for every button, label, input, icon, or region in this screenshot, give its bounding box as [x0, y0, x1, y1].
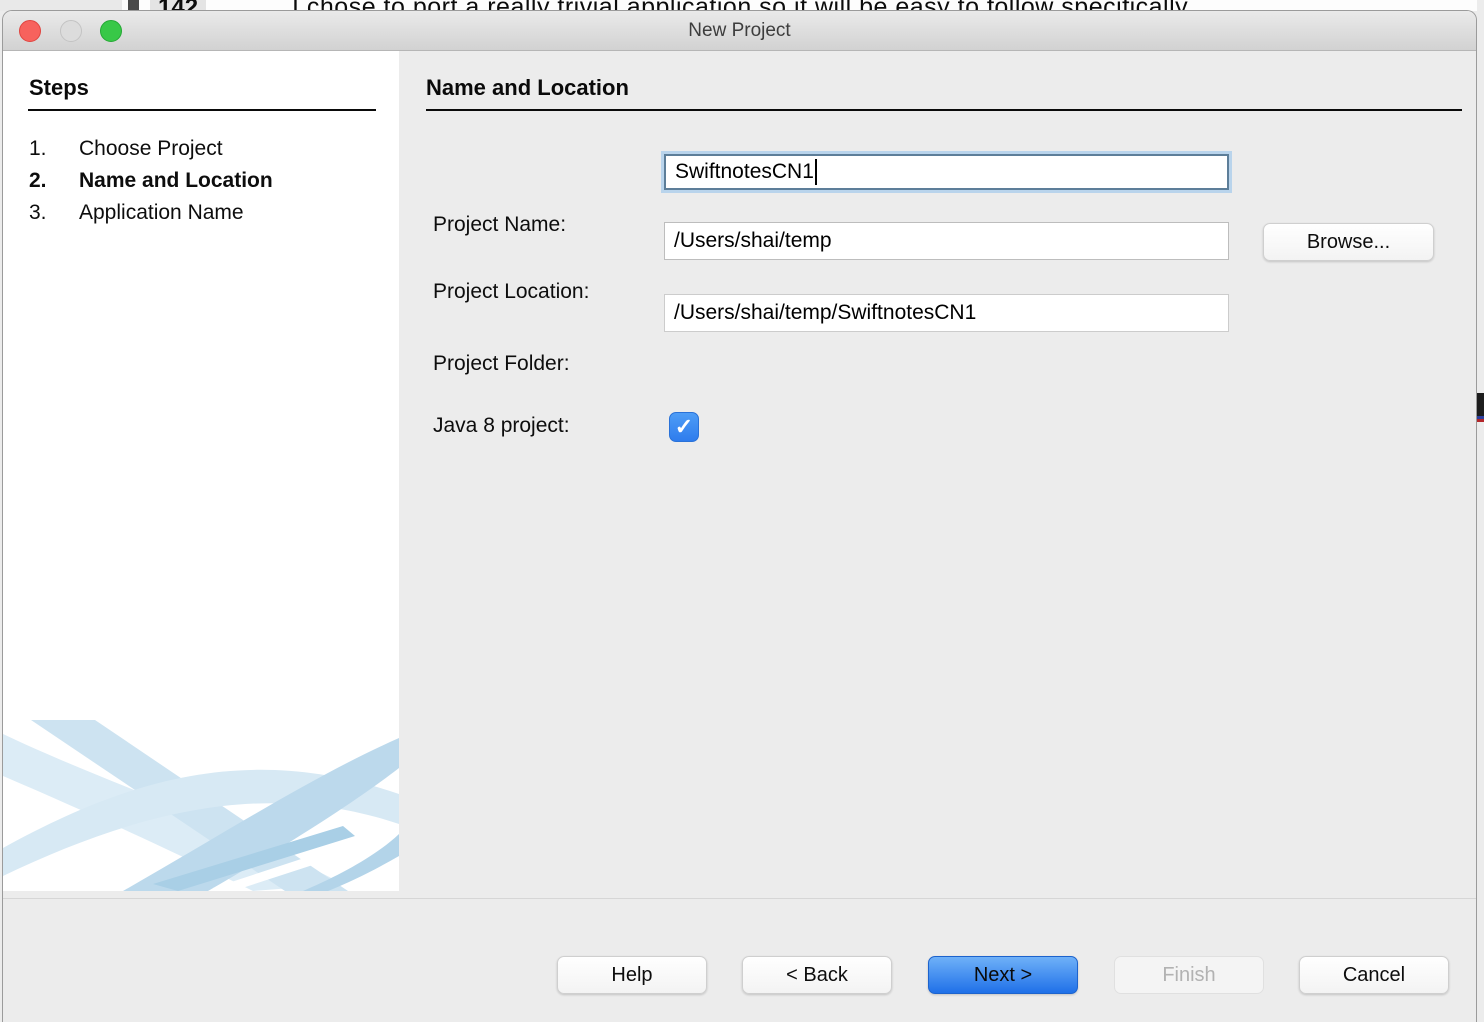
back-button[interactable]: < Back	[742, 956, 892, 994]
step-number: 1.	[29, 137, 79, 161]
step-label: Choose Project	[79, 137, 223, 161]
panel-heading-rule	[426, 109, 1462, 111]
project-location-input[interactable]: /Users/shai/temp	[664, 222, 1229, 260]
step-number: 3.	[29, 201, 79, 225]
project-name-label: Project Name:	[433, 213, 566, 237]
project-location-label: Project Location:	[433, 280, 589, 304]
background-right-strip	[1477, 0, 1484, 1022]
cancel-button[interactable]: Cancel	[1299, 956, 1449, 994]
step-application-name: 3. Application Name	[29, 197, 273, 229]
new-project-dialog: New Project Steps 1. Choose Project 2. N…	[2, 10, 1477, 1022]
step-number: 2.	[29, 169, 79, 193]
project-name-input[interactable]: SwiftnotesCN1	[664, 154, 1229, 190]
java8-checkbox[interactable]: ✓	[669, 412, 699, 442]
finish-button: Finish	[1114, 956, 1264, 994]
steps-heading-rule	[28, 109, 376, 111]
project-folder-input[interactable]: /Users/shai/temp/SwiftnotesCN1	[664, 294, 1229, 332]
checkmark-icon: ✓	[675, 414, 693, 439]
footer-separator	[3, 898, 1477, 899]
steps-list: 1. Choose Project 2. Name and Location 3…	[29, 133, 273, 229]
text-cursor	[815, 159, 817, 185]
window-title: New Project	[3, 11, 1476, 51]
background-artifact-red	[1477, 419, 1484, 422]
steps-heading: Steps	[29, 75, 89, 101]
step-label: Name and Location	[79, 169, 273, 193]
step-label: Application Name	[79, 201, 244, 225]
step-choose-project: 1. Choose Project	[29, 133, 273, 165]
java8-label: Java 8 project:	[433, 414, 570, 438]
steps-sidebar: Steps 1. Choose Project 2. Name and Loca…	[3, 51, 399, 891]
panel-heading: Name and Location	[426, 75, 629, 101]
netbeans-swoosh-watermark	[3, 716, 399, 891]
help-button[interactable]: Help	[557, 956, 707, 994]
project-folder-label: Project Folder:	[433, 352, 570, 376]
name-location-panel: Name and Location Project Name: Swiftnot…	[399, 51, 1477, 899]
step-name-and-location: 2. Name and Location	[29, 165, 273, 197]
next-button[interactable]: Next >	[928, 956, 1078, 994]
browse-button[interactable]: Browse...	[1263, 223, 1434, 261]
title-bar[interactable]: New Project	[3, 11, 1476, 51]
